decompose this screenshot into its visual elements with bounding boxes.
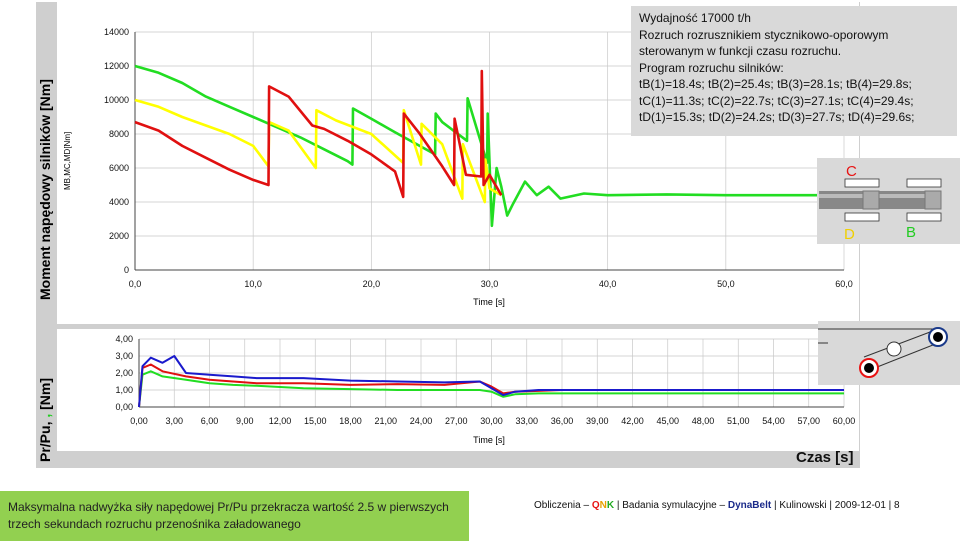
x-tick-label: 9,00 [236, 416, 254, 426]
bottom-chart-xlabel: Time [s] [473, 435, 505, 445]
x-tick-label: 24,00 [410, 416, 433, 426]
y-tick-label: 6000 [109, 163, 129, 173]
motor-label-d: D [844, 226, 855, 243]
y-tick-label: 14000 [104, 27, 129, 37]
motor-label-c: C [846, 163, 857, 180]
info-box: Wydajność 17000 t/h Rozruch rozrusznikie… [631, 6, 957, 136]
motor-label-b: B [906, 224, 916, 241]
drive-pulley-core-icon [933, 332, 943, 342]
x-tick-label: 20,0 [363, 279, 381, 289]
info-line: tD(1)=15.3s; tD(2)=24.2s; tD(3)=27.7s; t… [639, 110, 915, 124]
x-tick-label: 3,00 [165, 416, 183, 426]
czas-axis-title: Czas [s] [796, 449, 854, 466]
x-tick-label: 10,0 [244, 279, 262, 289]
motor-top-right-icon [906, 178, 942, 188]
y-tick-label: 0,00 [115, 402, 133, 412]
footer-qnk-k: K [606, 500, 615, 511]
x-tick-label: 0,00 [130, 416, 148, 426]
footer-suffix: | Kulinowski | 2009-12-01 | 8 [771, 500, 900, 511]
footer-prefix: Obliczenia – [534, 500, 592, 511]
y-tick-label: 2000 [109, 231, 129, 241]
footer: Obliczenia – QNK | Badania symulacyjne –… [534, 500, 900, 511]
y-tick-label: 12000 [104, 61, 129, 71]
y-tick-label: 0 [124, 265, 129, 275]
info-line: Rozruch rozrusznikiem stycznikowo-oporow… [639, 27, 889, 42]
x-tick-label: 50,0 [717, 279, 735, 289]
x-tick-label: 39,00 [586, 416, 609, 426]
x-tick-label: 21,00 [374, 416, 397, 426]
x-tick-label: 0,0 [129, 279, 142, 289]
y-tick-label: 8000 [109, 129, 129, 139]
x-tick-label: 36,00 [551, 416, 574, 426]
bottom-chart: 0,00 1,00 2,00 3,00 4,00 0,00 3,00 6,00 9,00 12,0… [115, 334, 855, 426]
info-line: sterowanym w funkcji czasu rozruchu. [639, 44, 842, 58]
y-tick-label: 3,00 [115, 351, 133, 361]
footer-qnk-n: N [599, 500, 607, 511]
info-line: tB(1)=18.4s; tB(2)=25.4s; tB(3)=28.1s; t… [639, 77, 912, 91]
drive-layout-diagram: C D B [817, 158, 960, 244]
idler-pulley-icon [886, 341, 902, 357]
x-tick-label: 60,0 [835, 279, 853, 289]
y-tick-label: 4,00 [115, 334, 133, 344]
x-tick-label: 42,00 [621, 416, 644, 426]
x-tick-label: 40,0 [599, 279, 617, 289]
x-tick-label: 60,00 [833, 416, 856, 426]
x-tick-label: 12,00 [269, 416, 292, 426]
footer-mid: | Badania symulacyjne – [614, 500, 728, 511]
conveyor-diagram [818, 321, 960, 385]
x-tick-label: 48,00 [692, 416, 715, 426]
x-tick-label: 33,00 [515, 416, 538, 426]
top-chart-inner-ylabel: MB,MC,MD[Nm] [63, 132, 72, 190]
x-tick-label: 51,00 [727, 416, 750, 426]
x-tick-label: 57,00 [797, 416, 820, 426]
info-line: Wydajność 17000 t/h [639, 11, 751, 25]
y-tick-label: 10000 [104, 95, 129, 105]
coupling-right-icon [924, 190, 942, 210]
coupling-left-icon [862, 190, 880, 210]
x-tick-label: 30,0 [481, 279, 499, 289]
x-tick-label: 15,00 [304, 416, 327, 426]
motor-b-icon [906, 212, 942, 222]
footer-qnk-q: Q [591, 500, 600, 511]
drum-highlight [819, 194, 941, 198]
y-tick-label: 4000 [109, 197, 129, 207]
y-tick-label: 1,00 [115, 385, 133, 395]
y-tick-label: 2,00 [115, 368, 133, 378]
info-line: Program rozruchu silników: [639, 60, 784, 75]
info-line: tC(1)=11.3s; tC(2)=22.7s; tC(3)=27.1s; t… [639, 93, 914, 108]
drum-shaft [819, 191, 941, 209]
top-chart-xlabel: Time [s] [473, 297, 505, 307]
note-box: Maksymalna nadwyżka siły napędowej Pr/Pu… [0, 491, 469, 541]
x-tick-label: 18,00 [339, 416, 362, 426]
x-tick-label: 45,00 [656, 416, 679, 426]
tail-pulley-core-icon [864, 363, 874, 373]
x-tick-label: 30,00 [480, 416, 503, 426]
motor-d-icon [844, 212, 880, 222]
footer-dynabelt: DynaBelt [727, 500, 772, 511]
motor-c-icon [844, 178, 880, 188]
x-tick-label: 27,00 [445, 416, 468, 426]
x-tick-label: 6,00 [201, 416, 219, 426]
x-tick-label: 54,00 [762, 416, 785, 426]
